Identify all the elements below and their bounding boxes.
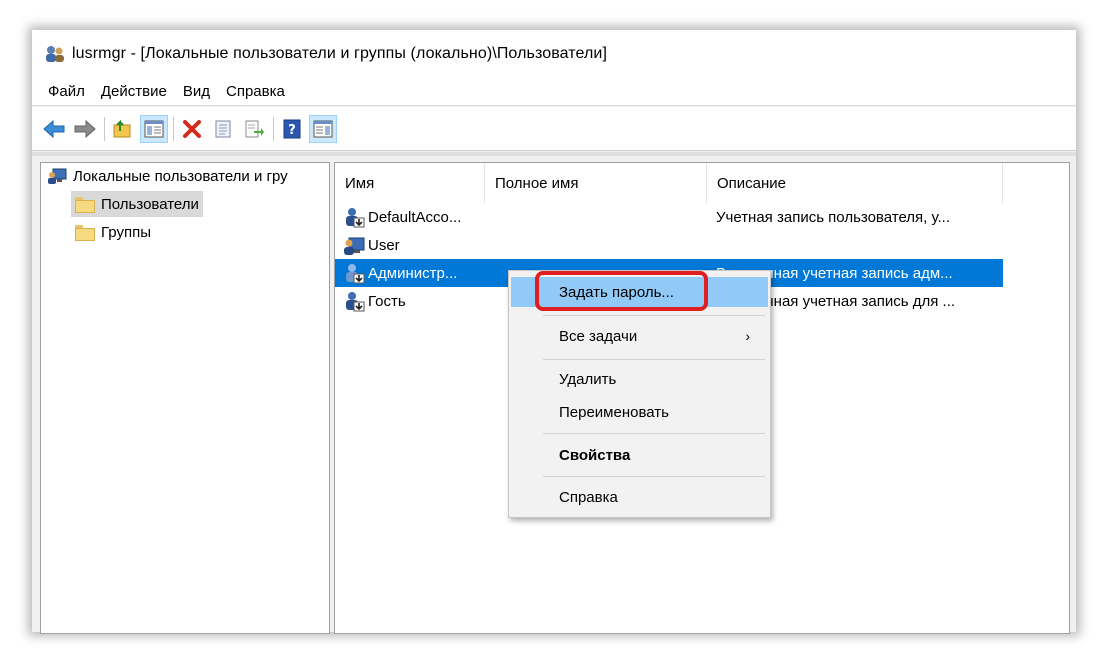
- properties-icon[interactable]: [209, 115, 237, 143]
- menu-help[interactable]: Справка: [218, 83, 293, 100]
- help-icon[interactable]: ?: [278, 115, 306, 143]
- folder-icon: [75, 225, 95, 241]
- user-name: User: [368, 236, 400, 254]
- toolbar-separator: [173, 116, 174, 141]
- tree-item-users[interactable]: Пользователи: [71, 191, 203, 217]
- delete-icon[interactable]: [178, 115, 206, 143]
- show-hide-tree-icon[interactable]: [140, 114, 168, 143]
- toolbar-separator: [104, 116, 105, 141]
- tree-item-label: Группы: [101, 223, 151, 241]
- user-name: DefaultAcco...: [368, 208, 462, 226]
- column-header-description[interactable]: Описание: [707, 163, 1003, 203]
- tree-pane: Локальные пользователи и гру Пользовател…: [40, 162, 330, 634]
- menu-item-help[interactable]: Справка: [511, 482, 768, 512]
- menu-separator: [543, 476, 765, 477]
- menu-view[interactable]: Вид: [175, 83, 218, 100]
- column-header-name[interactable]: Имя: [335, 163, 485, 203]
- chevron-right-icon: ›: [745, 328, 750, 344]
- computer-users-icon: [47, 167, 67, 185]
- toolbar-separator: [273, 116, 274, 141]
- toolbar: ?: [32, 107, 1076, 151]
- menu-item-properties[interactable]: Свойства: [511, 440, 768, 470]
- user-name-cell: User: [343, 234, 400, 256]
- menu-file[interactable]: Файл: [40, 83, 93, 100]
- user-name-cell: Администр...: [343, 262, 457, 284]
- menu-item-label: Все задачи: [559, 327, 638, 345]
- tree-item-label: Пользователи: [101, 195, 199, 213]
- menu-separator: [543, 433, 765, 434]
- tree-root-label: Локальные пользователи и гру: [73, 167, 288, 185]
- user-admin-icon: [343, 262, 365, 284]
- menu-separator: [543, 315, 765, 316]
- forward-icon[interactable]: [71, 115, 99, 143]
- user-name-cell: DefaultAcco...: [343, 206, 461, 228]
- menu-item-delete[interactable]: Удалить: [511, 364, 768, 394]
- user-name-cell: Гость: [343, 290, 406, 312]
- user-disabled-icon: [343, 206, 365, 228]
- user-description: Учетная запись пользователя, у...: [716, 208, 951, 226]
- menu-bar: Файл Действие Вид Справка: [32, 78, 1076, 106]
- user-disabled-icon: [343, 290, 365, 312]
- callout-highlight-box: [535, 271, 708, 311]
- user-name: Гость: [368, 292, 406, 310]
- title-bar: lusrmgr - [Локальные пользователи и груп…: [32, 30, 1076, 78]
- user-icon: [343, 234, 365, 256]
- tree-root-local-users-groups[interactable]: Локальные пользователи и гру: [47, 167, 288, 185]
- window-title: lusrmgr - [Локальные пользователи и груп…: [72, 45, 607, 62]
- menu-action[interactable]: Действие: [93, 83, 175, 100]
- menu-item-rename[interactable]: Переименовать: [511, 397, 768, 427]
- user-name: Администр...: [368, 264, 458, 282]
- table-row[interactable]: User: [335, 231, 1003, 259]
- column-header-full-name[interactable]: Полное имя: [485, 163, 707, 203]
- export-list-icon[interactable]: [240, 115, 268, 143]
- folder-icon: [75, 197, 95, 213]
- users-app-icon: [44, 44, 66, 64]
- back-icon[interactable]: [40, 115, 68, 143]
- up-folder-icon[interactable]: [109, 115, 137, 143]
- action-pane-icon[interactable]: [309, 114, 337, 143]
- tree-item-groups[interactable]: Группы: [71, 219, 155, 245]
- menu-item-all-tasks[interactable]: Все задачи ›: [511, 321, 768, 351]
- table-row[interactable]: DefaultAcco... Учетная запись пользовате…: [335, 203, 1003, 231]
- svg-text:?: ?: [288, 123, 296, 138]
- menu-separator: [543, 359, 765, 360]
